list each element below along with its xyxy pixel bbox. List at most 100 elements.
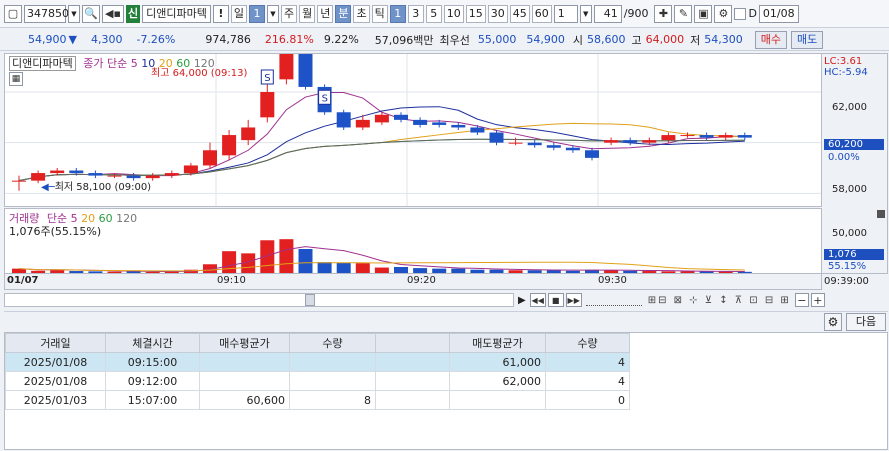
list-settings-icon[interactable]: ⚙ — [824, 313, 842, 331]
period-tick-button[interactable]: 틱 — [371, 4, 388, 23]
interval-10-button[interactable]: 10 — [443, 4, 464, 23]
quote-bar: 54,900 ▼ 4,300 -7.26% 974,786 216.81% 9.… — [0, 29, 889, 51]
ma5-line — [18, 92, 745, 182]
chart-window: { "toolbar": { "code": "347850", "shin_b… — [0, 0, 889, 451]
window-icon[interactable]: ▢ — [4, 4, 22, 23]
interval-3-button[interactable]: 3 — [407, 4, 424, 23]
candle-body — [241, 127, 256, 141]
first-icon[interactable]: ◀◀ — [529, 293, 546, 307]
save-icon[interactable]: ▣ — [694, 4, 713, 23]
low-price: 54,300 — [704, 33, 743, 46]
cell-sell-avg: 62,000 — [449, 371, 546, 391]
candle-body — [50, 170, 65, 174]
cell-sell-qty: 0 — [545, 390, 630, 410]
page-counter-input[interactable]: 41 — [593, 4, 622, 23]
low-label: 저 — [690, 33, 701, 47]
end-time-label: 09:39:00 — [824, 276, 869, 287]
candle-body — [718, 135, 733, 138]
volume-bar — [260, 240, 275, 273]
header-buy-avg[interactable]: 매수평균가 — [199, 333, 290, 353]
period-dropdown-icon[interactable]: ▼ — [266, 4, 279, 23]
candle-body — [623, 140, 638, 143]
volume-bar — [374, 267, 389, 273]
period-minute-button[interactable]: 분 — [335, 4, 352, 23]
speaker-icon[interactable]: ◀▪ — [102, 4, 124, 23]
period-week-button[interactable]: 주 — [280, 4, 298, 23]
period-month-button[interactable]: 월 — [299, 4, 316, 23]
candle-body — [355, 119, 370, 128]
interval-value-input[interactable]: 1 — [553, 4, 578, 23]
table-row[interactable]: 2025/01/08 09:12:00 62,000 4 — [5, 371, 630, 391]
cell-time: 15:07:00 — [105, 390, 200, 410]
drawing-tools[interactable]: ⊞⊟ ⊠ ⊹ ⊻ ↕ ⊼ ⊡ ⊟ ⊞ — [648, 295, 791, 306]
close-panel-icon[interactable] — [877, 210, 885, 218]
interval-1-button[interactable]: 1 — [389, 4, 406, 23]
scroll-right-icon[interactable]: ▶ — [518, 295, 526, 306]
stock-name-label: 디앤디파마텍 — [9, 56, 76, 71]
signal-marker: S — [318, 89, 332, 105]
candle-body — [12, 180, 26, 182]
main-toolbar: ▢ 347850 ▼ 🔍 ◀▪ 신 디앤디파마텍 ! 일 1 ▼ 주 월 년 분… — [0, 0, 889, 28]
interval-60-button[interactable]: 60 — [531, 4, 552, 23]
period-year-button[interactable]: 년 — [317, 4, 334, 23]
signal-marker: S — [260, 69, 274, 85]
interval-30-button[interactable]: 30 — [487, 4, 508, 23]
cell-buy-avg: 60,600 — [199, 390, 290, 410]
price-chart-panel[interactable]: SS 디앤디파마텍 종가 단순 5 10 20 60 120 ▦ 최고 64,0… — [4, 53, 822, 207]
search-icon[interactable]: 🔍 — [82, 4, 100, 23]
header-exec-time[interactable]: 체결시간 — [105, 333, 200, 353]
cell-sell-qty: 4 — [545, 371, 630, 391]
volume-bar — [432, 268, 447, 273]
volume-bar — [31, 270, 46, 273]
interval-45-button[interactable]: 45 — [509, 4, 530, 23]
next-button[interactable]: 다음 — [846, 313, 886, 331]
interval-15-button[interactable]: 15 — [465, 4, 486, 23]
header-sell-qty[interactable]: 수량 — [545, 333, 630, 353]
date-input[interactable]: 01/08 — [758, 4, 799, 23]
candle-body — [565, 147, 580, 151]
current-price-marker: 60,200 — [824, 139, 884, 150]
volume-ratio: 216.81% — [264, 33, 314, 46]
warning-button[interactable]: ! — [212, 4, 229, 23]
volume-bar — [565, 270, 580, 273]
stock-name-field[interactable]: 디앤디파마텍 — [142, 4, 211, 23]
period-second-button[interactable]: 초 — [353, 4, 370, 23]
last-icon[interactable]: ▶▶ — [565, 293, 582, 307]
draw-tool-icon[interactable]: ✎ — [674, 4, 693, 23]
code-dropdown-icon[interactable]: ▼ — [68, 4, 80, 23]
zoom-slider[interactable] — [585, 294, 642, 306]
cell-buy-qty — [289, 371, 376, 391]
header-sell-avg[interactable]: 매도평균가 — [449, 333, 546, 353]
header-trade-date[interactable]: 거래일 — [5, 333, 106, 353]
high-price: 64,000 — [645, 33, 685, 46]
volume-bar — [317, 262, 332, 273]
interval-5-button[interactable]: 5 — [425, 4, 442, 23]
open-price: 58,600 — [587, 33, 626, 46]
volume-bar — [642, 271, 657, 273]
volume-chart-panel[interactable]: 거래량 단순 5 20 60 120 1,076주(55.15%) — [4, 208, 822, 274]
scroll-thumb[interactable] — [305, 294, 315, 306]
period-count-button[interactable]: 1 — [248, 4, 265, 23]
chart-scrollbar[interactable] — [4, 293, 514, 307]
candle-body — [604, 140, 619, 143]
cell-time: 09:15:00 — [105, 352, 200, 372]
d-checkbox[interactable] — [734, 7, 747, 20]
volume-bar — [508, 270, 523, 273]
table-row[interactable]: 2025/01/03 15:07:00 60,600 8 0 — [5, 390, 630, 410]
table-row[interactable]: 2025/01/08 09:15:00 61,000 4 — [5, 352, 630, 372]
sell-button[interactable]: 매도 — [791, 30, 824, 49]
candle-body — [336, 112, 351, 128]
chart-table-icon[interactable]: ▦ — [9, 72, 23, 86]
crosshair-icon[interactable]: ✚ — [654, 4, 673, 23]
zoom-in-icon[interactable]: + — [810, 293, 825, 307]
settings-icon[interactable]: ⚙ — [714, 4, 733, 23]
stop-icon[interactable]: ■ — [547, 293, 564, 307]
volume-current-pct: 55.15% — [828, 261, 867, 272]
interval-dropdown-icon[interactable]: ▼ — [579, 4, 592, 23]
candle-body — [88, 173, 103, 176]
header-buy-qty[interactable]: 수량 — [289, 333, 376, 353]
period-day-button[interactable]: 일 — [230, 4, 247, 23]
buy-button[interactable]: 매수 — [754, 30, 788, 49]
stock-code-input[interactable]: 347850 — [24, 4, 69, 23]
zoom-out-icon[interactable]: − — [794, 293, 809, 307]
